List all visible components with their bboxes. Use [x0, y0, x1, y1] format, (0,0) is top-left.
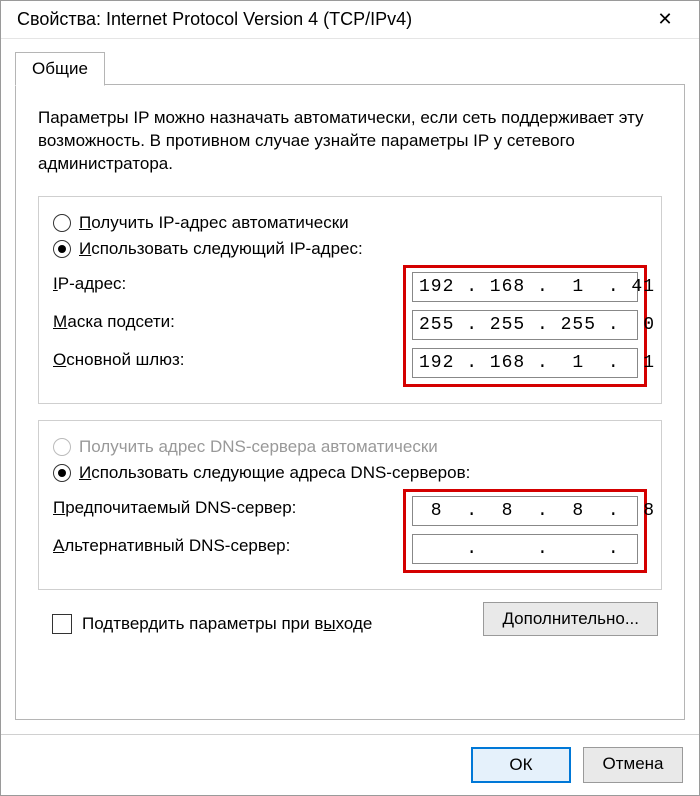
ip-address-input[interactable]: 192 . 168 . 1 . 41 — [412, 272, 638, 302]
dns-group: Получить адрес DNS-сервера автоматически… — [38, 420, 662, 590]
radio-icon — [53, 464, 71, 482]
radio-icon — [53, 240, 71, 258]
close-icon[interactable]: ✕ — [645, 9, 685, 30]
subnet-mask-label: Маска подсети: — [53, 303, 393, 341]
advanced-button[interactable]: Дополнительно... — [483, 602, 658, 636]
titlebar: Свойства: Internet Protocol Version 4 (T… — [1, 1, 699, 39]
ok-button[interactable]: ОК — [471, 747, 571, 783]
radio-dns-auto: Получить адрес DNS-сервера автоматически — [53, 437, 647, 457]
radio-dns-manual-label: Использовать следующие адреса DNS-сервер… — [79, 463, 470, 483]
gateway-input[interactable]: 192 . 168 . 1 . 1 — [412, 348, 638, 378]
content-area: Общие Параметры IP можно назначать автом… — [1, 39, 699, 734]
window-title: Свойства: Internet Protocol Version 4 (T… — [17, 9, 412, 30]
radio-dns-auto-label: Получить адрес DNS-сервера автоматически — [79, 437, 438, 457]
tab-general[interactable]: Общие — [15, 52, 105, 86]
subnet-mask-input[interactable]: 255 . 255 . 255 . 0 — [412, 310, 638, 340]
radio-ip-manual-label: Использовать следующий IP-адрес: — [79, 239, 363, 259]
dns-alternate-input[interactable]: . . . — [412, 534, 638, 564]
dns-fields-highlight: 8 . 8 . 8 . 8 . . . — [403, 489, 647, 573]
cancel-button[interactable]: Отмена — [583, 747, 683, 783]
radio-ip-auto-label: Получить IP-адрес автоматически — [79, 213, 349, 233]
description-text: Параметры IP можно назначать автоматичес… — [38, 107, 662, 176]
tabstrip: Общие — [15, 51, 685, 85]
dns-preferred-input[interactable]: 8 . 8 . 8 . 8 — [412, 496, 638, 526]
tab-panel: Параметры IP можно назначать автоматичес… — [15, 84, 685, 720]
ip-group: Получить IP-адрес автоматически Использо… — [38, 196, 662, 404]
radio-icon — [53, 214, 71, 232]
dialog-window: Свойства: Internet Protocol Version 4 (T… — [0, 0, 700, 796]
gateway-label: Основной шлюз: — [53, 341, 393, 379]
radio-ip-auto[interactable]: Получить IP-адрес автоматически — [53, 213, 647, 233]
ip-fields-highlight: 192 . 168 . 1 . 41 255 . 255 . 255 . 0 1… — [403, 265, 647, 387]
dialog-footer: ОК Отмена — [1, 734, 699, 795]
dns-preferred-label: Предпочитаемый DNS-сервер: — [53, 489, 393, 527]
dns-alternate-label: Альтернативный DNS-сервер: — [53, 527, 393, 565]
ip-address-label: IP-адрес: — [53, 265, 393, 303]
radio-dns-manual[interactable]: Использовать следующие адреса DNS-сервер… — [53, 463, 647, 483]
radio-icon — [53, 438, 71, 456]
radio-ip-manual[interactable]: Использовать следующий IP-адрес: — [53, 239, 647, 259]
